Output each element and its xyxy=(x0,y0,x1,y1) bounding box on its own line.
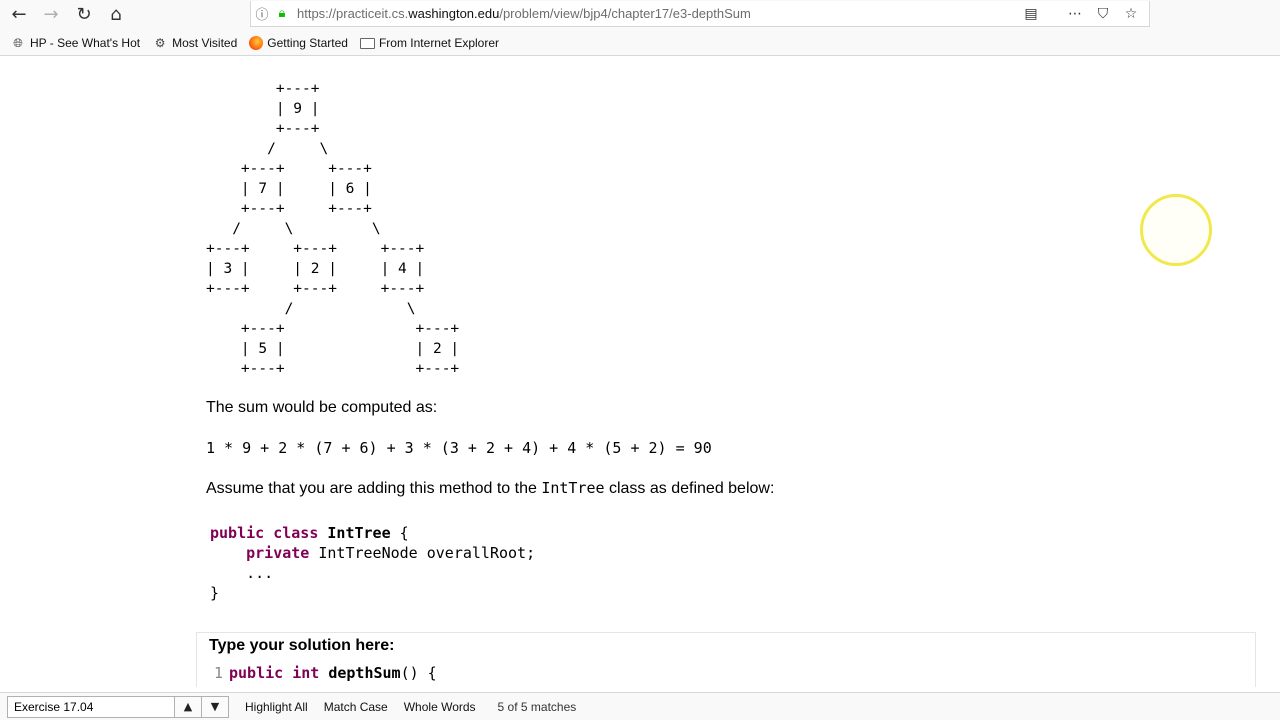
class-code-block: public class IntTree { private IntTreeNo… xyxy=(210,524,536,602)
find-previous-button[interactable]: ▲ xyxy=(175,695,202,718)
url-text[interactable]: https://practiceit.cs.washington.edu/pro… xyxy=(297,6,751,21)
folder-icon xyxy=(359,37,375,49)
bookmarks-toolbar: 🌐︎ HP - See What's Hot ⚙ Most Visited Ge… xyxy=(0,30,1280,56)
chevron-down-icon: ▼ xyxy=(210,700,220,713)
back-arrow-icon[interactable]: ← xyxy=(5,2,33,26)
find-next-button[interactable]: ▼ xyxy=(202,695,229,718)
gear-icon: ⚙ xyxy=(154,35,166,50)
pocket-icon[interactable]: ⛉ xyxy=(1089,6,1117,22)
address-bar[interactable]: ⓘ 🔒︎ https://practiceit.cs.washington.ed… xyxy=(250,1,1150,27)
class-name-inline: IntTree xyxy=(541,479,605,497)
star-icon[interactable]: ☆ xyxy=(1117,6,1145,22)
solution-editor-box: Type your solution here: 1 public int de… xyxy=(196,632,1256,687)
find-input[interactable] xyxy=(7,695,175,718)
firefox-icon xyxy=(249,35,264,50)
ascii-tree-diagram: +---+ | 9 | +---+ / \ +---+ +---+ | 7 | … xyxy=(206,81,460,377)
line-number: 1 xyxy=(213,664,223,682)
bookmark-label: From Internet Explorer xyxy=(378,35,500,50)
info-icon[interactable]: ⓘ xyxy=(251,4,273,23)
sum-intro-text: The sum would be computed as: xyxy=(206,399,438,416)
code-editor[interactable]: 1 public int depthSum() { xyxy=(197,661,1255,685)
bookmark-hp[interactable]: 🌐︎ HP - See What's Hot xyxy=(10,36,140,50)
assume-text: Assume that you are adding this method t… xyxy=(206,479,775,497)
editor-code-line[interactable]: public int depthSum() { xyxy=(229,664,437,682)
find-bar: ▲ ▼ Highlight All Match Case Whole Words… xyxy=(0,692,1280,720)
match-case-checkbox[interactable]: Match Case xyxy=(324,700,388,714)
highlight-all-checkbox[interactable]: Highlight All xyxy=(245,700,308,714)
bookmark-most-visited[interactable]: ⚙ Most Visited xyxy=(152,35,238,50)
whole-words-checkbox[interactable]: Whole Words xyxy=(404,700,476,714)
lock-icon[interactable]: 🔒︎ xyxy=(273,6,291,21)
page-content: +---+ | 9 | +---+ / \ +---+ +---+ | 7 | … xyxy=(0,57,1280,687)
reader-view-icon[interactable]: ▤ xyxy=(1017,6,1045,22)
bookmark-label: Most Visited xyxy=(172,35,238,50)
chevron-up-icon: ▲ xyxy=(183,700,193,713)
bookmark-label: HP - See What's Hot xyxy=(30,35,141,50)
cursor-highlight-ring xyxy=(1140,194,1212,266)
solution-title: Type your solution here: xyxy=(209,637,395,654)
more-dots-icon[interactable]: ⋯ xyxy=(1061,6,1089,22)
sum-formula: 1 * 9 + 2 * (7 + 6) + 3 * (3 + 2 + 4) + … xyxy=(206,439,712,457)
globe-icon: 🌐︎ xyxy=(13,35,23,50)
bookmark-label: Getting Started xyxy=(267,35,348,50)
bookmark-folder-ie[interactable]: From Internet Explorer xyxy=(359,35,500,50)
find-match-status: 5 of 5 matches xyxy=(497,699,577,714)
forward-arrow-icon[interactable]: → xyxy=(37,2,65,26)
bookmark-getting-started[interactable]: Getting Started xyxy=(249,35,348,50)
reload-icon[interactable]: ↻ xyxy=(70,2,98,26)
home-icon[interactable]: ⌂ xyxy=(102,2,130,26)
browser-toolbar: ← → ↻ ⌂ ⓘ 🔒︎ https://practiceit.cs.washi… xyxy=(0,0,1280,30)
